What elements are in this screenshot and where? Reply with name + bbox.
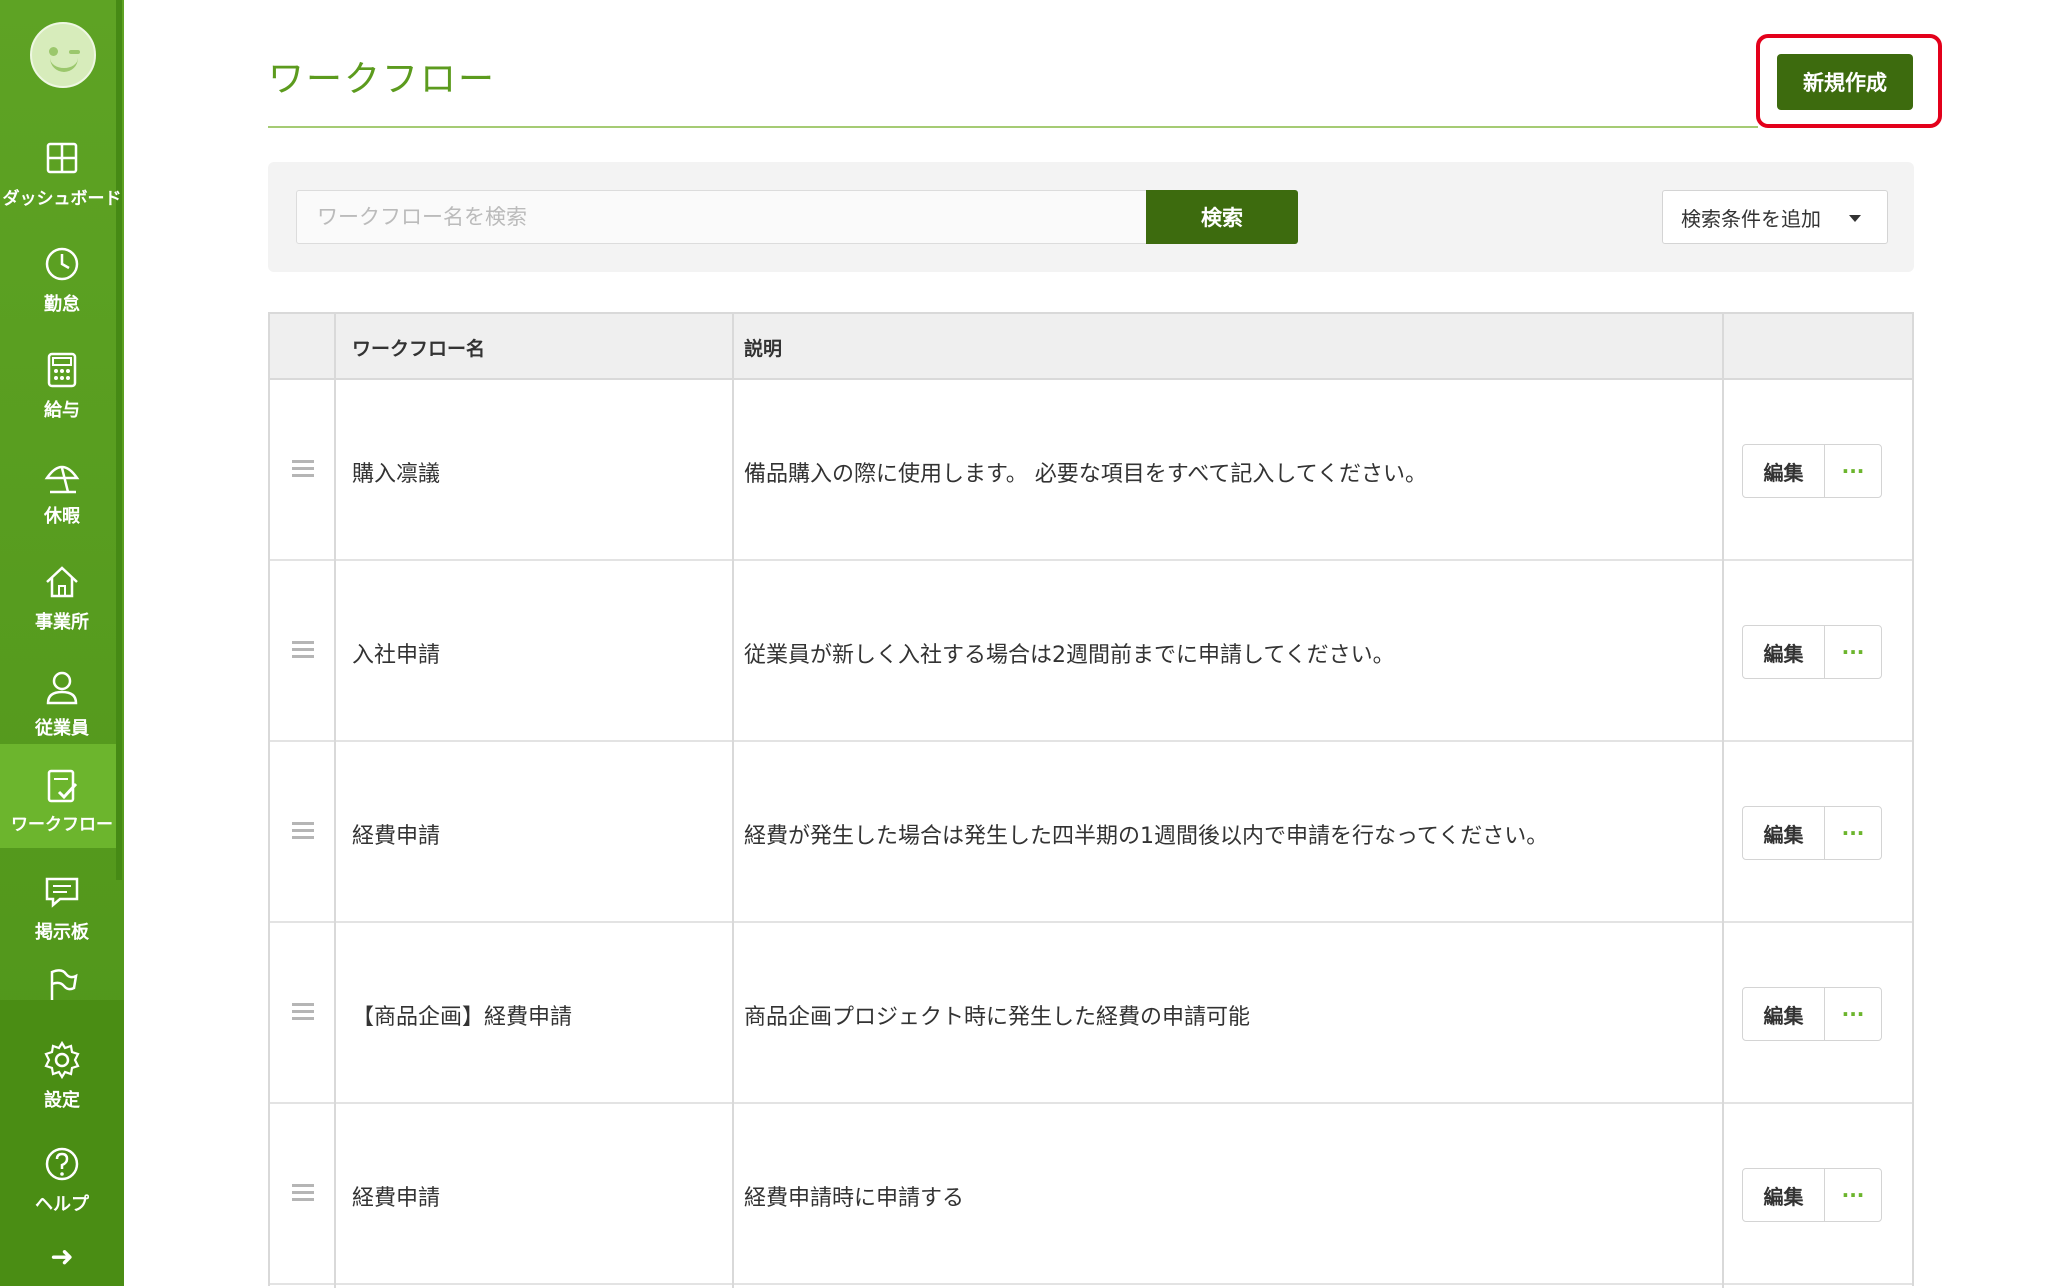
workflow-description: 従業員が新しく入社する場合は2週間前までに申請してください。 xyxy=(744,643,1395,668)
sidebar-item-attendance[interactable]: 勤怠 xyxy=(0,230,116,334)
avatar-mouth xyxy=(50,58,78,72)
column-divider xyxy=(334,314,336,1288)
gear-icon xyxy=(42,1040,82,1080)
sidebar-item-label: 設定 xyxy=(44,1090,80,1111)
sidebar-item-employees[interactable]: 従業員 xyxy=(0,654,116,758)
edit-button[interactable]: 編集 xyxy=(1743,807,1825,859)
row-actions: 編集 ··· xyxy=(1742,806,1882,860)
table-row[interactable]: 経費申請 経費が発生した場合は発生した四半期の1週間後以内で申請を行なってくださ… xyxy=(270,742,1912,923)
avatar[interactable] xyxy=(30,22,96,88)
title-divider xyxy=(268,126,1758,128)
new-workflow-button[interactable]: 新規作成 xyxy=(1777,54,1913,110)
sidebar-item-label: ヘルプ xyxy=(35,1194,89,1215)
row-actions: 編集 ··· xyxy=(1742,987,1882,1041)
sidebar-item-label: 休暇 xyxy=(44,506,80,527)
workflow-description: 経費申請時に申請する xyxy=(744,1186,965,1211)
column-divider xyxy=(1722,314,1724,1288)
avatar-wink xyxy=(69,50,80,54)
sidebar-item-label: 勤怠 xyxy=(44,294,80,315)
table-row[interactable]: 購入凛議 備品購入の際に使用します。 必要な項目をすべて記入してください。 編集… xyxy=(270,380,1912,561)
sidebar-item-settings[interactable]: 設定 xyxy=(0,1026,116,1130)
row-actions: 編集 ··· xyxy=(1742,625,1882,679)
more-options-button[interactable]: ··· xyxy=(1825,1169,1881,1221)
add-filter-dropdown[interactable]: 検索条件を追加 xyxy=(1662,190,1888,244)
dashboard-icon xyxy=(42,138,82,178)
avatar-eye xyxy=(49,47,58,56)
question-icon xyxy=(42,1144,82,1184)
sidebar-item-label: 従業員 xyxy=(35,718,89,739)
arrow-right-icon[interactable]: ➜ xyxy=(44,1240,80,1273)
edit-button[interactable]: 編集 xyxy=(1743,445,1825,497)
column-header-name: ワークフロー名 xyxy=(352,338,486,360)
workflow-table: ワークフロー名 説明 購入凛議 備品購入の際に使用します。 必要な項目をすべて記… xyxy=(268,312,1914,1288)
workflow-checklist-icon xyxy=(42,766,82,806)
column-divider xyxy=(732,314,734,1288)
more-options-button[interactable]: ··· xyxy=(1825,807,1881,859)
table-header: ワークフロー名 説明 xyxy=(270,314,1912,380)
column-header-description: 説明 xyxy=(744,338,783,360)
edit-button[interactable]: 編集 xyxy=(1743,988,1825,1040)
more-options-button[interactable]: ··· xyxy=(1825,988,1881,1040)
table-row[interactable]: 経費申請 経費申請時に申請する 編集 ··· xyxy=(270,1104,1912,1285)
sidebar-item-label: 掲示板 xyxy=(35,922,89,943)
workflow-description: 商品企画プロジェクト時に発生した経費の申請可能 xyxy=(744,1005,1251,1030)
row-actions: 編集 ··· xyxy=(1742,1168,1882,1222)
search-button[interactable]: 検索 xyxy=(1146,190,1298,244)
sidebar-item-workflow[interactable]: ワークフロー xyxy=(0,744,116,848)
sidebar: ダッシュボード 勤怠 給与 休暇 事業所 従業員 ワークフロー 掲示板 設定 ヘ… xyxy=(0,0,124,1286)
drag-handle-icon[interactable] xyxy=(292,460,314,478)
calculator-icon xyxy=(42,350,82,390)
sidebar-item-dashboard[interactable]: ダッシュボード xyxy=(0,124,122,228)
caret-down-icon xyxy=(1849,215,1861,222)
sidebar-item-office[interactable]: 事業所 xyxy=(0,548,116,652)
more-options-button[interactable]: ··· xyxy=(1825,626,1881,678)
workflow-name: 経費申請 xyxy=(352,1186,441,1211)
sidebar-item-label: ワークフロー xyxy=(11,815,113,835)
table-row[interactable]: 入社申請 従業員が新しく入社する場合は2週間前までに申請してください。 編集 ·… xyxy=(270,561,1912,742)
workflow-description: 備品購入の際に使用します。 必要な項目をすべて記入してください。 xyxy=(744,462,1428,487)
workflow-name: 【商品企画】経費申請 xyxy=(352,1005,573,1030)
sidebar-item-label: 給与 xyxy=(44,400,80,421)
edit-button[interactable]: 編集 xyxy=(1743,626,1825,678)
more-options-button[interactable]: ··· xyxy=(1825,445,1881,497)
table-row[interactable]: 【商品企画】経費申請 商品企画プロジェクト時に発生した経費の申請可能 編集 ··… xyxy=(270,923,1912,1104)
workflow-description: 経費が発生した場合は発生した四半期の1週間後以内で申請を行なってください。 xyxy=(744,824,1549,849)
drag-handle-icon[interactable] xyxy=(292,822,314,840)
edit-button[interactable]: 編集 xyxy=(1743,1169,1825,1221)
sidebar-scrollbar[interactable] xyxy=(116,0,122,880)
page-title: ワークフロー xyxy=(268,59,497,100)
clock-icon xyxy=(42,244,82,284)
workflow-name: 購入凛議 xyxy=(352,462,441,487)
drag-handle-icon[interactable] xyxy=(292,641,314,659)
row-actions: 編集 ··· xyxy=(1742,444,1882,498)
search-input[interactable] xyxy=(296,190,1148,244)
workflow-name: 入社申請 xyxy=(352,643,441,668)
sidebar-item-label: ダッシュボード xyxy=(2,189,122,209)
umbrella-icon xyxy=(42,456,82,496)
sidebar-item-help[interactable]: ヘルプ xyxy=(0,1130,116,1234)
add-filter-label: 検索条件を追加 xyxy=(1681,206,1821,231)
sidebar-item-payroll[interactable]: 給与 xyxy=(0,336,116,440)
drag-handle-icon[interactable] xyxy=(292,1003,314,1021)
person-icon xyxy=(42,668,82,708)
sidebar-item-leave[interactable]: 休暇 xyxy=(0,442,116,546)
chat-icon xyxy=(42,872,82,912)
sidebar-item-label: 事業所 xyxy=(35,612,89,633)
home-icon xyxy=(42,562,82,602)
sidebar-item-board[interactable]: 掲示板 xyxy=(0,858,116,962)
workflow-name: 経費申請 xyxy=(352,824,441,849)
drag-handle-icon[interactable] xyxy=(292,1184,314,1202)
